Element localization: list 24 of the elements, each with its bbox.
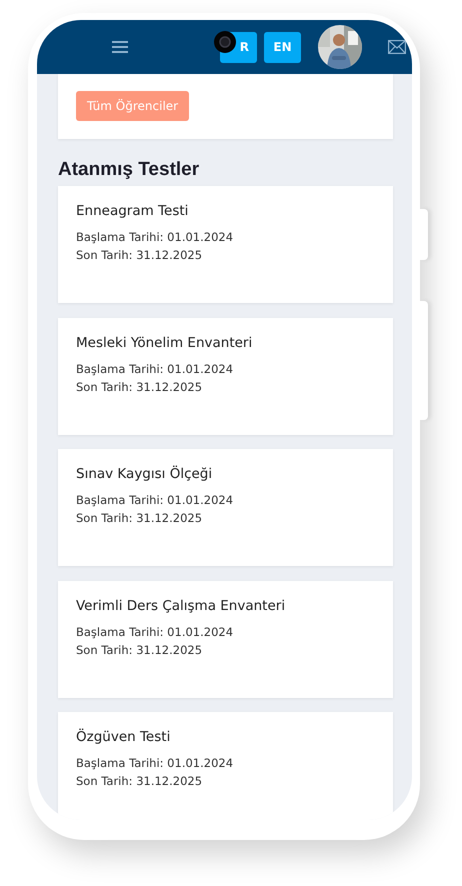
test-title: Özgüven Testi [76, 729, 172, 745]
camera-icon [214, 31, 236, 53]
end-date: Son Tarih: 31.12.2025 [76, 378, 204, 396]
test-card[interactable]: Özgüven Testi Başlama Tarihi: 01.01.2024 Son Tarih: 31.12.2025 [58, 712, 393, 820]
start-date: Başlama Tarihi: 01.01.2024 [76, 624, 234, 640]
mail-icon[interactable] [388, 40, 406, 54]
test-title: Verimli Ders Çalışma Envanteri [76, 598, 286, 614]
test-title: Mesleki Yönelim Envanteri [76, 334, 254, 350]
start-date: Başlama Tarihi: 01.01.2024 [76, 755, 234, 772]
end-date: Son Tarih: 31.12.2025 [76, 773, 204, 790]
start-date: Başlama Tarihi: 01.01.2024 [76, 492, 234, 509]
test-card[interactable]: Enneagram Testi Başlama Tarihi: 01.01.2024 Son Tarih: 31.12.2025 [58, 186, 393, 303]
test-title: Enneagram Testi [76, 203, 190, 219]
menu-icon[interactable] [112, 40, 128, 54]
test-card[interactable]: Verimli Ders Çalışma Envanteri Başlama Tarihi: 01.01.2024 Son Tarih: 31.12.2025 [58, 580, 393, 698]
section-title: Atanmış Testler [58, 159, 200, 181]
test-title: Sınav Kaygısı Ölçeği [76, 466, 214, 482]
end-date: Son Tarih: 31.12.2025 [76, 247, 204, 264]
end-date: Son Tarih: 31.12.2025 [76, 510, 204, 527]
test-card[interactable]: Sınav Kaygısı Ölçeği Başlama Tarihi: 01.01.2024 Son Tarih: 31.12.2025 [58, 449, 393, 566]
start-date: Başlama Tarihi: 01.01.2024 [76, 229, 234, 246]
start-date: Başlama Tarihi: 01.01.2024 [76, 360, 234, 378]
test-card[interactable]: Mesleki Yönelim Envanteri Başlama Tarihi: 01.01.2024 Son Tarih: 31.12.2025 [58, 318, 393, 434]
end-date: Son Tarih: 31.12.2025 [76, 642, 204, 658]
